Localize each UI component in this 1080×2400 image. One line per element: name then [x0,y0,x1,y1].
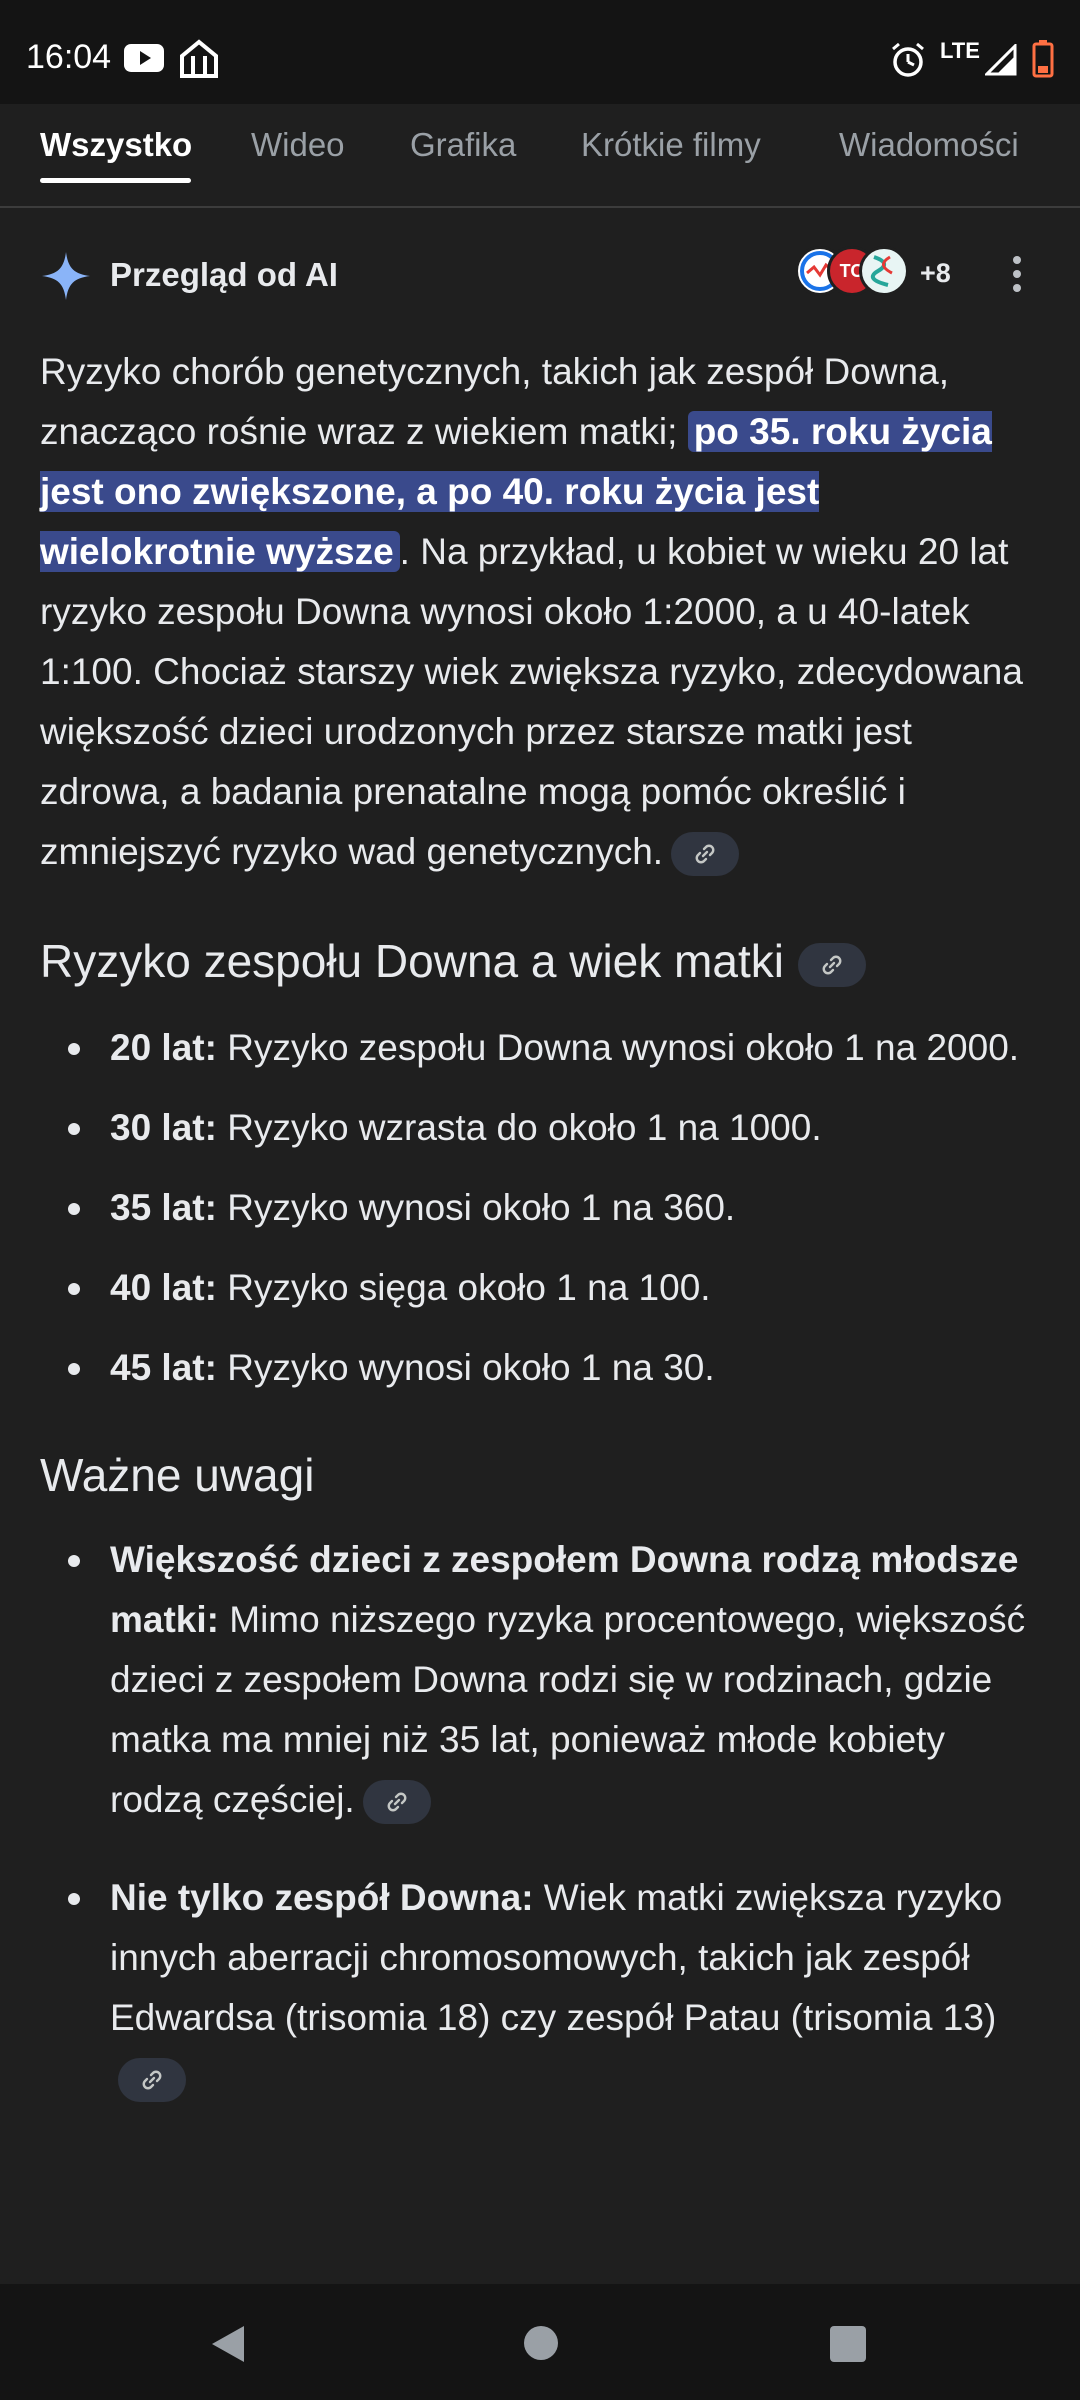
list-item: Nie tylko zespół Downa: Wiek matki zwięk… [40,1868,1040,2108]
active-tab-indicator [40,178,191,183]
list-item-label: 45 lat: [110,1347,217,1388]
tab-video[interactable]: Wideo [251,126,345,164]
search-tabs: Wszystko Wideo Grafika Krótkie filmy Wia… [0,104,1080,208]
list-item-text: Ryzyko sięga około 1 na 100. [216,1267,711,1308]
list-item-text: Ryzyko wynosi około 1 na 360. [216,1187,736,1228]
status-bar: 16:04 LTE [0,0,1080,104]
source-link-chip[interactable] [797,942,866,987]
list-item-label: 20 lat: [110,1027,217,1068]
link-icon [695,844,715,864]
list-item: Większość dzieci z zespołem Downa rodzą … [40,1530,1040,1830]
intro-paragraph: Ryzyko chorób genetycznych, takich jak z… [40,342,1040,882]
ai-overview-content: Ryzyko chorób genetycznych, takich jak z… [40,342,1040,2108]
list-item: 45 lat: Ryzyko wynosi około 1 na 30. [40,1338,1040,1398]
tab-news[interactable]: Wiadomości [839,126,1019,164]
battery-low-icon [1032,40,1054,83]
link-icon [142,2070,162,2090]
section-heading-notes: Ważne uwagi [40,1449,315,1501]
link-icon [387,1792,407,1812]
ai-overview-header: Przegląd od AI TO +8 [0,240,1080,310]
list-item-text: Ryzyko zespołu Downa wynosi około 1 na 2… [216,1027,1020,1068]
list-item: 40 lat: Ryzyko sięga około 1 na 100. [40,1258,1040,1318]
list-item: 20 lat: Ryzyko zespołu Downa wynosi okoł… [40,1018,1040,1078]
intro-text-continued: . Na przykład, u kobiet w wieku 20 lat r… [40,531,1023,872]
list-item-label: 35 lat: [110,1187,217,1228]
list-item-text: Ryzyko wynosi około 1 na 30. [216,1347,715,1388]
tab-all[interactable]: Wszystko [40,126,192,164]
tab-images[interactable]: Grafika [410,126,516,164]
section-heading-risk: Ryzyko zespołu Downa a wiek matki [40,934,1040,988]
recents-icon[interactable] [828,2324,868,2369]
list-item-label: 30 lat: [110,1107,217,1148]
list-item: 35 lat: Ryzyko wynosi około 1 na 360. [40,1178,1040,1238]
ai-overview-title: Przegląd od AI [110,256,338,293]
back-icon[interactable] [208,2324,248,2369]
source-link-chip[interactable] [362,1780,431,1825]
youtube-notification-icon [124,44,164,77]
status-time: 16:04 [26,38,112,76]
risk-by-age-list: 20 lat: Ryzyko zespołu Downa wynosi okoł… [40,1018,1040,1398]
food-delivery-notification-icon [178,38,220,83]
network-type: LTE [940,38,980,63]
sources-more-count: +8 [920,258,951,288]
ai-sparkle-icon [40,250,92,307]
system-navigation-bar [0,2284,1080,2400]
list-item: 30 lat: Ryzyko wzrasta do około 1 na 100… [40,1098,1040,1158]
section-heading-text: Ryzyko zespołu Downa a wiek matki [40,935,784,987]
tab-short-videos[interactable]: Krótkie filmy [581,126,761,164]
list-item-label: 40 lat: [110,1267,217,1308]
sources-stack[interactable]: TO +8 [795,246,965,302]
source-avatar [859,246,909,296]
alarm-icon [890,42,926,83]
list-item-text: Mimo niższego ryzyka procentowego, więks… [110,1599,1026,1820]
source-link-chip[interactable] [671,832,740,877]
source-link-chip[interactable] [118,2058,186,2103]
home-icon[interactable] [522,2324,560,2367]
notes-list: Większość dzieci z zespołem Downa rodzą … [40,1530,1040,2108]
list-item-text: Ryzyko wzrasta do około 1 na 1000. [216,1107,822,1148]
list-item-label: Nie tylko zespół Downa: [110,1877,534,1918]
signal-icon [983,42,1017,81]
more-options-icon[interactable] [1010,254,1024,299]
link-icon [822,955,842,975]
